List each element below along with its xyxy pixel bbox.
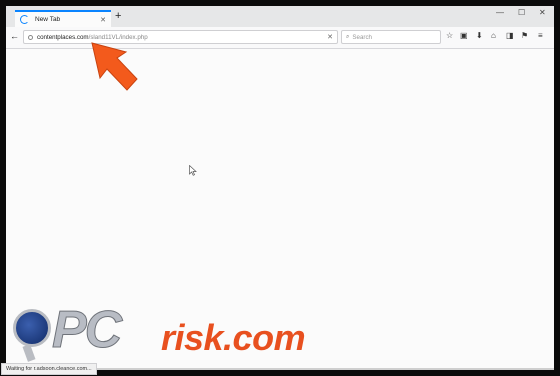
magnifier-icon: [13, 309, 51, 347]
logo-text-risk: risk.com: [161, 317, 306, 358]
status-bar: Waiting for r.adsoon.cleance.com...: [1, 363, 97, 375]
logo-text-pc: PC: [51, 301, 122, 360]
